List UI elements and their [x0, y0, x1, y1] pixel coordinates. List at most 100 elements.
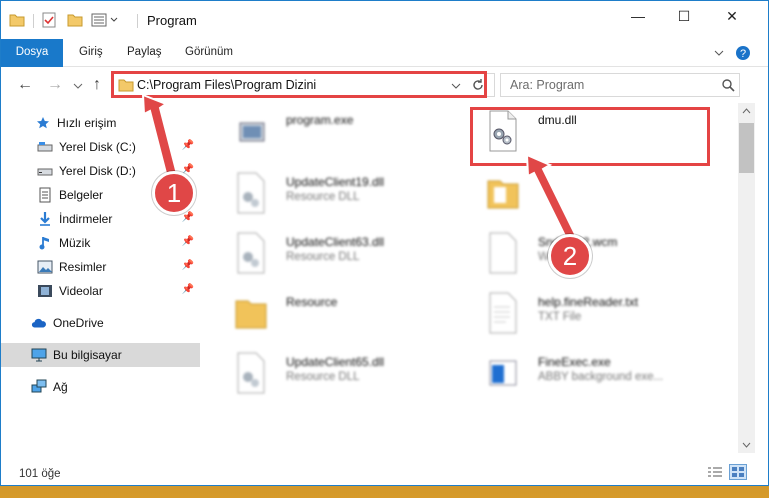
network-icon	[31, 379, 47, 395]
vertical-scrollbar[interactable]	[738, 103, 755, 453]
callout-badge-2: 2	[548, 234, 592, 278]
sidebar-item-label: Ağ	[53, 380, 68, 394]
tab-view[interactable]: Görünüm	[185, 39, 233, 67]
pin-icon: 📌	[181, 140, 194, 151]
tab-file[interactable]: Dosya	[1, 39, 63, 67]
sidebar-item-label: Yerel Disk (C:)	[59, 140, 136, 154]
sidebar-item-this-pc[interactable]: Bu bilgisayar	[1, 343, 200, 367]
callout-badge-1: 1	[152, 171, 196, 215]
dll-gear-icon	[237, 352, 265, 394]
recent-locations-icon[interactable]	[73, 82, 83, 90]
sidebar-item-label: Resimler	[59, 260, 107, 274]
search-icon	[722, 79, 735, 92]
item-count: 101 öğe	[19, 468, 61, 480]
pictures-icon	[37, 259, 53, 275]
file-item-updateclient65[interactable]: UpdateClient65.dll Resource DLL	[214, 349, 464, 399]
details-view-icon[interactable]	[707, 466, 723, 480]
file-type: Resource DLL	[286, 371, 360, 383]
sidebar-item-label: OneDrive	[53, 316, 104, 330]
sidebar-item-music[interactable]: Müzik 📌	[1, 231, 200, 255]
file-item-program-exe[interactable]: program.exe	[214, 107, 464, 157]
svg-text:?: ?	[740, 48, 746, 60]
sidebar-item-label: İndirmeler	[59, 212, 113, 226]
file-item-resource-folder[interactable]: Resource	[214, 289, 464, 339]
help-icon[interactable]: ?	[735, 45, 751, 61]
tab-share[interactable]: Paylaş	[127, 39, 162, 67]
sidebar-item-network[interactable]: Ağ	[1, 375, 200, 399]
dll-gear-icon	[237, 172, 265, 214]
dll-gear-icon	[237, 232, 265, 274]
pin-icon: 📌	[181, 260, 194, 271]
drive-icon	[37, 163, 53, 179]
file-item-help-txt[interactable]: help.fineReader.txt TXT File	[466, 289, 716, 339]
download-icon	[37, 211, 53, 227]
file-name: Resource	[286, 295, 338, 309]
computer-icon	[31, 347, 47, 363]
file-name: UpdateClient19.dll	[286, 175, 385, 189]
file-item-fineexec[interactable]: FineExec.exe ABBY background exe...	[466, 349, 716, 399]
status-bar: 101 öğe	[1, 458, 768, 485]
large-icons-view-icon[interactable]	[729, 464, 747, 480]
pin-icon: 📌	[181, 284, 194, 295]
maximize-button[interactable]: ☐	[661, 1, 707, 31]
close-button[interactable]: ✕	[709, 1, 755, 31]
scroll-up-icon[interactable]	[742, 108, 751, 114]
star-icon	[35, 115, 51, 131]
sidebar-item-pictures[interactable]: Resimler 📌	[1, 255, 200, 279]
customize-toolbar-icon[interactable]	[91, 12, 121, 28]
documents-icon	[37, 187, 53, 203]
file-icon	[489, 232, 517, 274]
sidebar-item-quick-access[interactable]: Hızlı erişim	[1, 111, 200, 135]
sidebar-item-label: Müzik	[59, 236, 91, 250]
file-type: ABBY background exe...	[538, 371, 664, 383]
sidebar-item-disk-c[interactable]: Yerel Disk (C:) 📌	[1, 135, 200, 159]
file-type: TXT File	[538, 311, 582, 323]
scroll-down-icon[interactable]	[742, 442, 751, 448]
file-item-updateclient19[interactable]: UpdateClient19.dll Resource DLL	[214, 169, 464, 219]
file-name: UpdateClient63.dll	[286, 235, 385, 249]
properties-icon[interactable]	[41, 12, 57, 28]
pin-icon: 📌	[181, 236, 194, 247]
dll-file-highlight	[470, 107, 710, 166]
quick-access-toolbar	[9, 11, 25, 29]
exe-icon	[239, 122, 265, 142]
drive-icon	[37, 139, 53, 155]
sidebar-item-label: Hızlı erişim	[57, 116, 117, 130]
ribbon-tabs: Dosya Giriş Paylaş Görünüm ?	[1, 39, 768, 67]
music-icon	[37, 235, 53, 251]
file-item-updateclient63[interactable]: UpdateClient63.dll Resource DLL	[214, 229, 464, 279]
exe-icon	[489, 360, 517, 386]
file-name: program.exe	[286, 113, 354, 127]
file-item-folder[interactable]	[466, 169, 716, 219]
window-title: Program	[147, 13, 197, 28]
search-box[interactable]: Ara: Program	[500, 73, 740, 97]
ribbon-expand-icon[interactable]	[713, 48, 725, 58]
scrollbar-thumb[interactable]	[739, 123, 754, 173]
file-type: Resource DLL	[286, 191, 360, 203]
file-name: help.fineReader.txt	[538, 295, 639, 309]
back-arrow-icon[interactable]: ←	[17, 76, 33, 94]
file-type: Resource DLL	[286, 251, 360, 263]
folder-icon	[235, 300, 267, 329]
address-bar-highlight	[111, 71, 487, 98]
navigation-pane: Hızlı erişim Yerel Disk (C:) 📌 Yerel Dis…	[1, 103, 201, 458]
search-placeholder: Ara: Program	[510, 78, 585, 92]
minimize-button[interactable]: —	[615, 1, 661, 31]
file-name: UpdateClient65.dll	[286, 355, 385, 369]
file-name: FineExec.exe	[538, 355, 611, 369]
up-arrow-icon[interactable]: ↑	[93, 76, 101, 94]
videos-icon	[37, 283, 53, 299]
sidebar-item-label: Bu bilgisayar	[53, 348, 122, 362]
tab-home[interactable]: Giriş	[79, 39, 103, 67]
folder-icon	[487, 180, 519, 209]
forward-arrow-icon[interactable]: →	[47, 76, 63, 94]
title-bar: Program — ☐ ✕	[1, 1, 768, 39]
sidebar-item-onedrive[interactable]: OneDrive	[1, 311, 200, 335]
folder-icon[interactable]	[9, 13, 25, 27]
sidebar-item-videos[interactable]: Videolar 📌	[1, 279, 200, 303]
sidebar-item-label: Videolar	[59, 284, 103, 298]
pin-icon: 📌	[181, 212, 194, 223]
sidebar-item-label: Yerel Disk (D:)	[59, 164, 136, 178]
new-folder-icon[interactable]	[67, 13, 83, 27]
text-file-icon	[489, 292, 517, 334]
